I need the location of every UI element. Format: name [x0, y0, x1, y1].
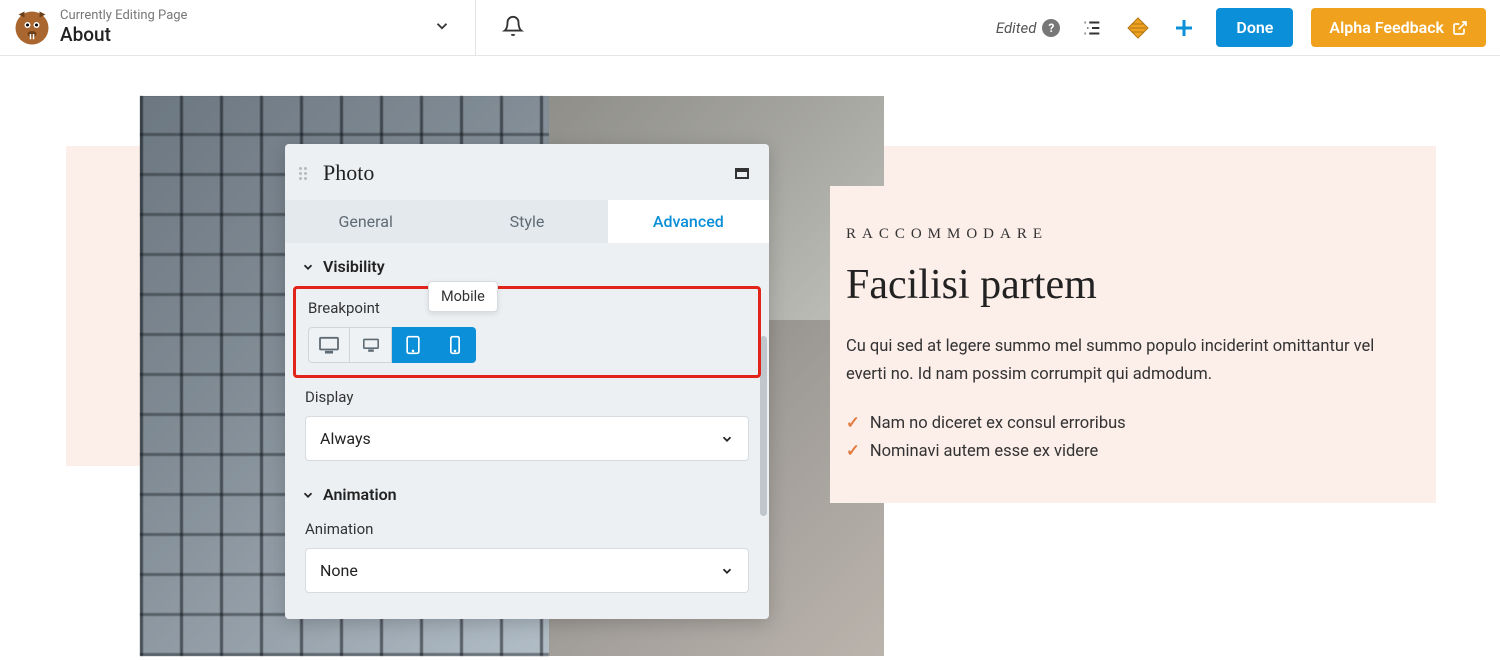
panel-title: Photo: [323, 160, 721, 186]
tab-style[interactable]: Style: [446, 200, 607, 243]
page-context: Currently Editing Page About: [14, 9, 187, 46]
section-label: Visibility: [323, 257, 385, 276]
display-label: Display: [305, 388, 749, 406]
breakpoint-tablet[interactable]: [392, 327, 434, 363]
desktop-icon: [361, 337, 381, 353]
top-actions: Edited ? Done Alpha Feedback: [996, 8, 1486, 47]
external-link-icon: [1452, 20, 1468, 36]
mobile-icon: [449, 335, 461, 355]
animation-label: Animation: [305, 520, 749, 538]
breakpoint-desktop[interactable]: [350, 327, 392, 363]
chevron-down-icon: [301, 260, 315, 274]
list-item-text: Nam no diceret ex consul erroribus: [870, 414, 1126, 433]
display-select[interactable]: Always: [305, 416, 749, 461]
chevron-down-icon: [301, 488, 315, 502]
animation-select[interactable]: None: [305, 548, 749, 593]
tab-advanced[interactable]: Advanced: [608, 200, 769, 243]
restore-window-icon[interactable]: [735, 168, 749, 179]
breakpoint-mobile[interactable]: [434, 327, 476, 363]
display-field: Display Always: [285, 382, 769, 471]
desktop-large-icon: [318, 336, 340, 354]
edited-label: Edited: [996, 19, 1037, 37]
checklist: ✓ Nam no diceret ex consul erroribus ✓ Nom…: [846, 409, 1400, 465]
help-icon[interactable]: ?: [1042, 19, 1060, 37]
tablet-icon: [405, 335, 421, 355]
add-button[interactable]: [1170, 14, 1198, 42]
section-label: Animation: [323, 485, 397, 504]
check-icon: ✓: [846, 413, 860, 433]
app-logo-icon: [14, 10, 50, 46]
headline-text: Facilisi partem: [846, 261, 1400, 309]
breakpoint-label: Breakpoint: [308, 299, 746, 317]
list-item-text: Nominavi autem esse ex videre: [870, 442, 1098, 461]
tab-general[interactable]: General: [285, 200, 446, 243]
display-value: Always: [320, 429, 371, 448]
breakpoint-tooltip: Mobile: [428, 281, 498, 312]
panel-body: Visibility Mobile Breakpoint: [285, 243, 769, 619]
text-card: RACCOMMODARE Facilisi partem Cu qui sed …: [830, 186, 1436, 503]
breakpoint-large-desktop[interactable]: [308, 327, 350, 363]
body-text: Cu qui sed at legere summo mel summo pop…: [846, 333, 1400, 389]
section-visibility-toggle[interactable]: Visibility: [285, 243, 769, 286]
page-info: Currently Editing Page About: [60, 9, 187, 46]
outline-button[interactable]: [1078, 14, 1106, 42]
panel-scrollbar[interactable]: [760, 336, 767, 516]
editor-canvas: RACCOMMODARE Facilisi partem Cu qui sed …: [0, 56, 1500, 660]
page-dropdown-toggle[interactable]: [427, 11, 457, 45]
divider: [475, 0, 476, 56]
animation-field: Animation None: [285, 514, 769, 603]
feedback-label: Alpha Feedback: [1329, 18, 1444, 37]
done-button[interactable]: Done: [1216, 8, 1293, 47]
check-icon: ✓: [846, 441, 860, 461]
edited-status: Edited ?: [996, 19, 1061, 37]
chevron-down-icon: [720, 432, 734, 446]
breakpoint-buttons: [308, 327, 746, 363]
list-item: ✓ Nominavi autem esse ex videre: [846, 437, 1400, 465]
eyebrow-text: RACCOMMODARE: [846, 226, 1400, 243]
list-item: ✓ Nam no diceret ex consul erroribus: [846, 409, 1400, 437]
module-settings-panel: Photo General Style Advanced Visibility …: [285, 144, 769, 619]
panel-tabs: General Style Advanced: [285, 200, 769, 243]
breakpoint-highlight: Mobile Breakpoint: [293, 286, 761, 378]
chevron-down-icon: [720, 564, 734, 578]
drag-handle-icon[interactable]: [297, 165, 309, 182]
feedback-button[interactable]: Alpha Feedback: [1311, 8, 1486, 47]
notifications-button[interactable]: [494, 9, 532, 47]
animation-value: None: [320, 561, 358, 580]
editing-label: Currently Editing Page: [60, 9, 187, 24]
panel-header: Photo: [285, 144, 769, 200]
page-title: About: [60, 24, 187, 46]
assistant-icon[interactable]: [1124, 14, 1152, 42]
top-bar: Currently Editing Page About Edited ? Do…: [0, 0, 1500, 56]
section-animation-toggle[interactable]: Animation: [285, 471, 769, 514]
